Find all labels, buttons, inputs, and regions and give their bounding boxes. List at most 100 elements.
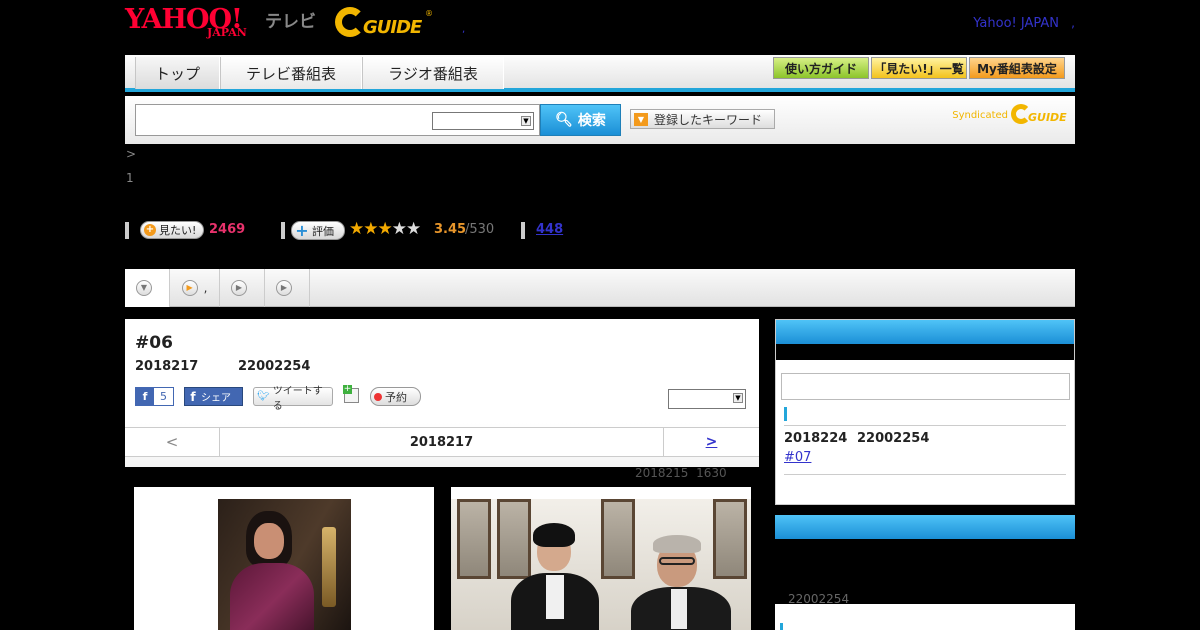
saved-keywords-button[interactable]: ▼ 登録したキーワード bbox=[630, 109, 775, 129]
man2-hair bbox=[653, 535, 701, 553]
star-icon: ★ bbox=[349, 219, 364, 239]
plus-icon: + bbox=[295, 220, 309, 240]
stat-divider bbox=[125, 222, 129, 239]
nav-tab-radio-listings[interactable]: ラジオ番組表 bbox=[362, 57, 504, 89]
episode-date: 2018217 bbox=[135, 359, 199, 374]
dropdown-arrow-icon: ▼ bbox=[634, 112, 648, 126]
subtab-episodes[interactable]: ▶ , bbox=[170, 269, 220, 307]
previous-episode-button[interactable]: < bbox=[125, 428, 220, 456]
updated-date: 2018215 bbox=[635, 466, 689, 480]
facebook-share-label: シェア bbox=[201, 393, 231, 404]
cast-photo-card[interactable] bbox=[134, 487, 434, 630]
chevron-down-icon: ▼ bbox=[733, 393, 743, 403]
sidebar-header bbox=[775, 515, 1075, 539]
tv-logo-text[interactable]: テレビ bbox=[265, 7, 316, 32]
yahoo-japan-logo-text: JAPAN bbox=[207, 26, 247, 39]
rating-value: 3.45 bbox=[434, 222, 467, 237]
window bbox=[601, 499, 635, 579]
rating-count: /530 bbox=[465, 222, 495, 237]
divider bbox=[784, 425, 1066, 426]
plus-icon: + bbox=[343, 384, 352, 394]
main-nav: トップ テレビ番組表 ラジオ番組表 使い方ガイド 「見たい!」一覧 My番組表設… bbox=[125, 55, 1075, 92]
scene-photo-card[interactable] bbox=[451, 487, 751, 630]
current-episode-date: 2018217 bbox=[409, 434, 474, 450]
next-broadcast-date: 2018224 bbox=[784, 431, 848, 446]
header-separator: , bbox=[462, 24, 466, 35]
section-marker bbox=[784, 407, 787, 421]
stat-divider bbox=[521, 222, 525, 239]
facebook-like-button[interactable]: f 5 bbox=[135, 387, 174, 406]
lamp bbox=[322, 527, 336, 607]
my-listings-settings-button[interactable]: My番組表設定 bbox=[969, 57, 1065, 79]
gguide-logo-text: GUIDE bbox=[363, 17, 422, 38]
related-broadcast-time: 22002254 bbox=[788, 592, 850, 606]
divider bbox=[784, 474, 1066, 475]
rate-button[interactable]: + 評価 bbox=[291, 221, 345, 240]
search-category-select[interactable]: ▼ bbox=[432, 112, 534, 130]
facebook-share-button[interactable]: f シェア bbox=[184, 387, 243, 406]
man1-shirt bbox=[546, 575, 564, 619]
next-broadcast-time: 22002254 bbox=[857, 431, 930, 446]
play-icon: ▶ bbox=[181, 280, 198, 296]
face bbox=[254, 523, 284, 559]
episode-time: 22002254 bbox=[238, 359, 311, 374]
man2-shirt bbox=[671, 589, 687, 629]
window bbox=[713, 499, 747, 579]
dress bbox=[230, 563, 314, 630]
plus-icon: + bbox=[144, 224, 156, 236]
gguide-small-logo-text: GUIDE bbox=[1028, 111, 1067, 124]
header-link-separator: , bbox=[1071, 16, 1075, 30]
nav-tab-tv-listings[interactable]: テレビ番組表 bbox=[220, 57, 362, 89]
syndicated-gguide-badge: Syndicated GUIDE bbox=[952, 104, 1067, 126]
gguide-small-logo: GUIDE bbox=[1011, 104, 1067, 126]
next-episode-link[interactable]: #07 bbox=[784, 450, 811, 465]
want-to-watch-label: 見たい! bbox=[159, 224, 197, 237]
subtab-reviews[interactable]: ▶ bbox=[265, 269, 310, 307]
record-reservation-label: 予約 bbox=[385, 390, 407, 404]
episode-title: #06 bbox=[135, 333, 173, 353]
yahoo-japan-link[interactable]: Yahoo! JAPAN bbox=[973, 16, 1059, 31]
star-icon: ★ bbox=[377, 219, 393, 239]
gguide-logo[interactable]: GUIDE ® bbox=[335, 5, 433, 41]
site-header: YAHOO! JAPAN テレビ GUIDE ® , Yahoo! JAPAN … bbox=[125, 0, 1075, 55]
next-episode-link[interactable]: > bbox=[663, 428, 759, 456]
breadcrumb: > bbox=[126, 147, 137, 161]
episode-select[interactable]: ▼ bbox=[668, 389, 746, 409]
rate-label: 評価 bbox=[312, 224, 334, 238]
episode-panel: #06 2018217 22002254 f 5 f シェア 🐦︎ ツイートする… bbox=[125, 319, 759, 467]
subtab-cast[interactable]: ▶ bbox=[220, 269, 265, 307]
subtab-overview[interactable]: ▼ bbox=[125, 269, 170, 307]
window bbox=[497, 499, 531, 579]
gguide-g-icon bbox=[335, 7, 365, 37]
star-icon: ★ bbox=[363, 219, 378, 239]
window bbox=[457, 499, 491, 579]
watchlist-button[interactable]: 「見たい!」一覧 bbox=[871, 57, 967, 79]
record-reservation-button[interactable]: 予約 bbox=[370, 387, 421, 406]
record-dot-icon bbox=[374, 392, 382, 401]
play-icon: ▶ bbox=[231, 280, 247, 296]
chevron-down-icon: ▼ bbox=[521, 116, 531, 126]
syndicated-text: Syndicated bbox=[952, 109, 1008, 121]
star-empty-icon: ★ bbox=[406, 219, 421, 239]
chevron-down-icon: ▼ bbox=[136, 280, 152, 296]
review-count-link[interactable]: 448 bbox=[536, 222, 563, 237]
usage-guide-button[interactable]: 使い方ガイド bbox=[773, 57, 869, 79]
search-button[interactable]: 🔍︎ 検索 bbox=[540, 104, 621, 136]
man1-hair bbox=[533, 523, 575, 547]
add-to-calendar-icon[interactable]: + bbox=[343, 384, 359, 403]
facebook-like-count: 5 bbox=[160, 390, 167, 403]
sidebar-next-broadcast: 2018224 22002254 #07 bbox=[775, 319, 1075, 505]
tweet-label: ツイートする bbox=[272, 385, 323, 412]
stat-divider bbox=[281, 222, 285, 239]
star-empty-icon: ★ bbox=[391, 219, 407, 239]
facebook-icon: f bbox=[136, 388, 154, 405]
sidebar-related: 22002254 bbox=[775, 515, 1075, 630]
nav-tab-top[interactable]: トップ bbox=[135, 57, 220, 89]
sidebar-input[interactable] bbox=[781, 373, 1070, 400]
rating-stars: ★★★★★ bbox=[349, 219, 421, 239]
sidebar-title-bar bbox=[776, 344, 1074, 360]
want-to-watch-button[interactable]: + 見たい! bbox=[140, 221, 204, 239]
program-subtabs: ▼ ▶ , ▶ ▶ bbox=[125, 269, 1075, 307]
subtab-label: , bbox=[203, 281, 208, 295]
tweet-button[interactable]: 🐦︎ ツイートする bbox=[253, 386, 333, 412]
